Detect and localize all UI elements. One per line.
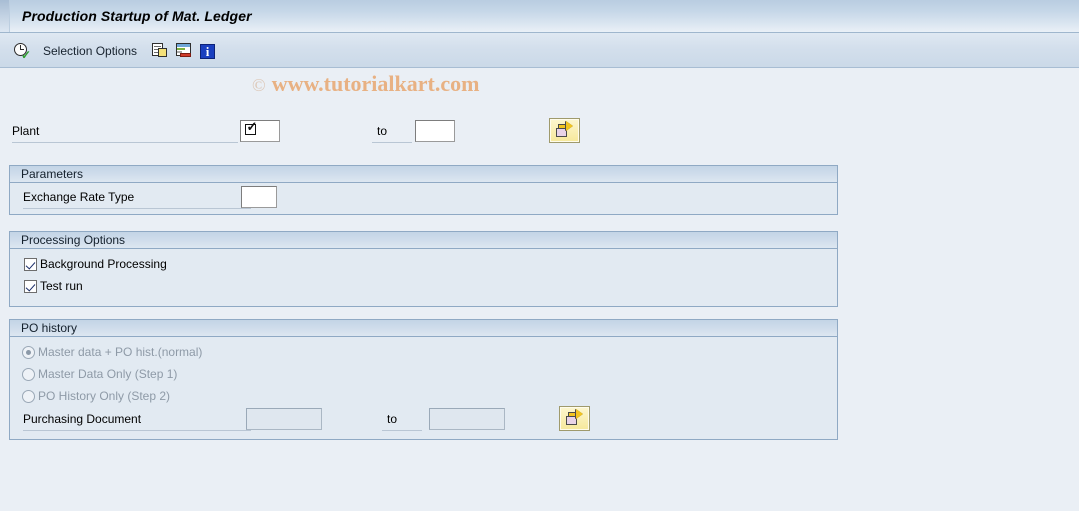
radio-label: Master data + PO hist.(normal) [38,345,203,359]
exchange-rate-type-rule [23,208,251,209]
po-history-groupbox: PO history Master data + PO hist.(normal… [9,319,838,440]
info-button[interactable] [200,41,215,61]
radio-po-history-only[interactable]: PO History Only (Step 2) [22,389,170,403]
window-title-bar: Production Startup of Mat. Ledger [0,0,1079,33]
radio-label: PO History Only (Step 2) [38,389,171,403]
radio-master-data-plus-po-hist[interactable]: Master data + PO hist.(normal) [22,345,202,359]
checkbox-icon [24,257,37,271]
exchange-rate-type-label: Exchange Rate Type [23,190,135,204]
plant-to-label: to [377,124,388,138]
execute-button[interactable]: ✓ [14,41,31,61]
application-toolbar: ✓ Selection Options ©www.tutorialkart.co… [0,33,1079,96]
parameters-groupbox: Parameters Exchange Rate Type [9,165,838,215]
plant-to-input[interactable] [415,120,455,142]
plant-to-rule [372,142,412,143]
purchasing-document-from-input[interactable] [246,408,322,430]
purchasing-document-to-rule [382,430,422,431]
plant-from-input[interactable]: ✓ [240,120,280,142]
processing-options-header: Processing Options [10,232,837,249]
purchasing-document-multiple-selection-button[interactable] [559,406,590,431]
clock-check-icon: ✓ [14,42,31,61]
processing-options-groupbox: Processing Options Background Processing… [9,231,838,307]
checkbox-label: Test run [40,279,83,293]
checkbox-icon [24,279,37,293]
parameters-header: Parameters [10,166,837,183]
selection-options-label: Selection Options [43,44,138,58]
parameters-title: Parameters [21,167,84,181]
plant-label-rule [12,142,238,143]
checkbox-label: Background Processing [40,257,167,271]
radio-icon [22,367,35,381]
exchange-rate-type-input[interactable] [241,186,277,208]
get-variant-icon [176,43,192,59]
multiple-selection-button[interactable] [152,41,168,61]
purchasing-document-label: Purchasing Document [23,412,142,426]
checkbox-test-run[interactable]: Test run [24,279,83,293]
radio-icon [22,389,35,403]
purchasing-document-rule [23,430,251,431]
radio-icon [22,345,35,359]
page-title: Production Startup of Mat. Ledger [22,8,252,24]
get-variant-button[interactable] [176,41,192,61]
multiple-selection-icon [152,43,168,59]
processing-options-title: Processing Options [21,233,126,247]
purchasing-document-to-label: to [387,412,398,426]
radio-master-data-only[interactable]: Master Data Only (Step 1) [22,367,177,381]
copyright-symbol: © [252,75,266,95]
purchasing-document-to-input[interactable] [429,408,505,430]
checkbox-background-processing[interactable]: Background Processing [24,257,167,271]
selection-options-button[interactable]: Selection Options [43,41,137,61]
info-icon [200,43,215,59]
po-history-header: PO history [10,320,837,337]
title-bar-left-edge [0,0,10,32]
watermark: © www.tutorialkart.com [252,71,479,97]
radio-label: Master Data Only (Step 1) [38,367,178,381]
checkbox-check-glyph: ✓ [245,119,258,135]
plant-label: Plant [12,124,40,138]
plant-multiple-selection-button[interactable] [549,118,580,143]
po-history-title: PO history [21,321,78,335]
watermark-text: www.tutorialkart.com [271,71,480,96]
